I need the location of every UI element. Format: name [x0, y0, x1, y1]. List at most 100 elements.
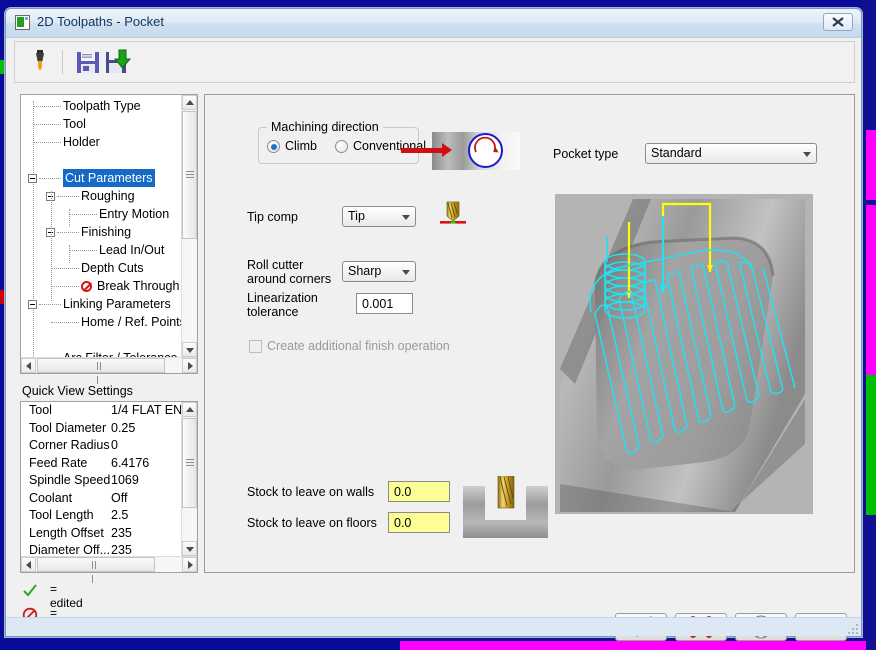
tree-horizontal-scrollbar[interactable]	[21, 357, 197, 384]
tree-scroll-left-button[interactable]	[21, 358, 36, 373]
tree-scroll-right-button[interactable]	[182, 358, 197, 373]
quick-view-key: Diameter Off...	[29, 543, 111, 556]
quick-view-list: Tool 1/4 FLAT EN. Tool Diameter 0.25 Corner …	[21, 402, 181, 556]
machining-direction-preview	[401, 132, 520, 170]
tree-connector-line	[69, 245, 71, 263]
tree-connector	[57, 196, 79, 198]
tree-item-break-through[interactable]: Break Through	[21, 277, 197, 295]
quickview-vertical-scrollbar[interactable]	[181, 402, 197, 556]
tree-item-holder[interactable]: Holder	[21, 133, 197, 151]
tree-connector	[51, 322, 79, 324]
save-icon[interactable]	[73, 47, 103, 77]
pocket-type-combo[interactable]: Standard	[645, 143, 817, 164]
tree-item-lead-in-out[interactable]: Lead In/Out	[21, 241, 197, 259]
disabled-icon	[81, 281, 92, 292]
qv-scroll-right-button[interactable]	[182, 557, 197, 572]
close-button[interactable]	[823, 13, 853, 31]
tree-item-toolpath-type[interactable]: Toolpath Type	[21, 97, 197, 115]
linearization-tolerance-input[interactable]: 0.001	[356, 293, 413, 314]
tree-item-cut-parameters[interactable]: Cut Parameters	[21, 169, 197, 187]
chevron-down-icon	[401, 214, 410, 220]
radio-climb[interactable]	[267, 140, 280, 153]
tree-connector	[33, 124, 61, 126]
quick-view-value: 235	[111, 525, 132, 540]
caret-down-icon	[185, 348, 194, 353]
roll-cutter-label-line1: Roll cutter	[247, 258, 304, 272]
stock-walls-input[interactable]: 0.0	[388, 481, 450, 502]
quick-view-key: Length Offset	[29, 525, 104, 540]
tree-connector	[39, 304, 61, 306]
tree-item-depth-cuts[interactable]: Depth Cuts	[21, 259, 197, 277]
caret-down-icon	[185, 547, 194, 552]
desktop-background-magenta-2	[866, 205, 876, 375]
stock-to-leave-preview	[463, 475, 548, 542]
grip-h-icon	[92, 560, 100, 583]
tip-comp-dropdown-button[interactable]	[397, 208, 414, 225]
grip-h-icon	[97, 361, 105, 384]
qv-scroll-down-button[interactable]	[182, 541, 197, 556]
tree-connector	[39, 178, 61, 180]
quick-view-row: Tool Length 2.5	[21, 507, 181, 525]
quick-view-row: Tool Diameter 0.25	[21, 420, 181, 438]
tool-icon[interactable]	[25, 47, 55, 77]
quickview-horizontal-scrollbar[interactable]	[21, 556, 197, 583]
tree-item-home-ref-points[interactable]: Home / Ref. Points	[21, 313, 197, 331]
quick-view-row: Diameter Off... 235	[21, 542, 181, 556]
tree-item-label: Break Through	[97, 279, 180, 293]
close-icon	[832, 17, 844, 27]
tip-comp-value: Tip	[348, 209, 365, 223]
tree-connector-line	[51, 191, 53, 301]
tree-item-label: Holder	[63, 135, 100, 149]
qv-hscroll-thumb[interactable]	[37, 557, 155, 583]
pocket-type-dropdown-button[interactable]	[798, 145, 815, 162]
stock-walls-label: Stock to leave on walls	[247, 485, 375, 499]
roll-cutter-dropdown-button[interactable]	[397, 263, 414, 280]
cutter-circle-icon	[468, 133, 503, 168]
roll-cutter-label-line2: around corners	[247, 272, 332, 286]
tree-item-label: Entry Motion	[99, 207, 170, 221]
tip-comp-combo[interactable]: Tip	[342, 206, 416, 227]
toolpath-tree-panel: Toolpath Type Tool Holder Cut Parameters Rou…	[20, 94, 198, 384]
roll-cutter-combo[interactable]: Sharp	[342, 261, 416, 282]
rotation-arrow-icon	[474, 136, 499, 153]
caret-right-icon	[188, 361, 193, 370]
quick-view-value: 1069	[111, 473, 139, 487]
tree-expander-icon[interactable]	[28, 300, 37, 309]
stock-walls-value: 0.0	[394, 485, 412, 499]
tree-item-linking-parameters[interactable]: Linking Parameters	[21, 295, 197, 313]
roll-cutter-value: Sharp	[348, 264, 382, 278]
resize-grip[interactable]	[846, 622, 858, 634]
tree-hscroll-thumb[interactable]	[37, 358, 165, 384]
tree-connector-line	[69, 209, 71, 227]
quick-view-value: 6.4176	[111, 455, 150, 470]
stock-floors-input[interactable]: 0.0	[388, 512, 450, 533]
tree-connector	[57, 232, 79, 234]
tree-item-arc-filter-tolerance[interactable]: Arc Filter / Tolerance	[21, 349, 197, 357]
tree-item-finishing[interactable]: Finishing	[21, 223, 197, 241]
qv-scroll-left-button[interactable]	[21, 557, 36, 572]
toolbar	[14, 41, 855, 83]
tree-scroll-thumb[interactable]	[182, 111, 197, 239]
tree-connector	[33, 106, 61, 108]
status-bar	[6, 617, 861, 636]
tree-expander-icon[interactable]	[28, 174, 37, 183]
pocket-section-icon	[463, 475, 548, 538]
tree-item-roughing[interactable]: Roughing	[21, 187, 197, 205]
grip-icon	[185, 171, 194, 179]
quick-view-row: Length Offset 235	[21, 525, 181, 543]
tree-item-tool[interactable]: Tool	[21, 115, 197, 133]
qv-scroll-up-button[interactable]	[182, 402, 197, 417]
tree-connector	[69, 214, 97, 216]
quick-view-key: Corner Radius	[29, 438, 110, 452]
tree-scroll-up-button[interactable]	[182, 95, 197, 110]
tree-scroll-down-button[interactable]	[182, 342, 197, 357]
tree-item-label: Toolpath Type	[63, 99, 141, 113]
linearization-tolerance-value: 0.001	[362, 297, 394, 311]
quick-view-value: 235	[111, 543, 132, 556]
qv-scroll-thumb[interactable]	[182, 418, 197, 508]
radio-climb-label[interactable]: Climb	[285, 139, 317, 153]
import-icon[interactable]	[103, 47, 133, 77]
tree-item-entry-motion[interactable]: Entry Motion	[21, 205, 197, 223]
radio-conventional[interactable]	[335, 140, 348, 153]
tree-vertical-scrollbar[interactable]	[181, 95, 197, 357]
